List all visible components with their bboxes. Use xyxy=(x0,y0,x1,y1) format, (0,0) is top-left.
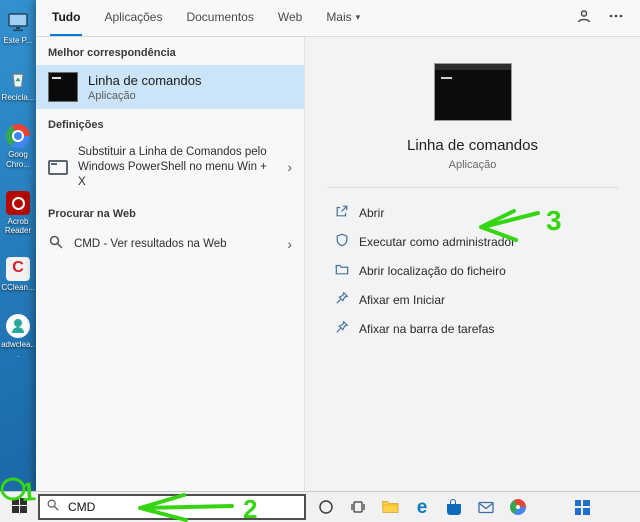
action-executar-como-administrador[interactable]: Executar como administrador xyxy=(335,227,640,256)
desktop-icon-label: Goog Chro... xyxy=(5,150,30,169)
windows-logo-icon xyxy=(11,498,27,516)
tab-mais[interactable]: Mais xyxy=(324,0,362,36)
action-label: Afixar em Iniciar xyxy=(359,292,446,307)
result-subtitle: Aplicação xyxy=(88,89,136,102)
chevron-right-icon xyxy=(287,160,292,174)
this-pc-icon xyxy=(6,10,30,34)
action-label: Abrir localização do ficheiro xyxy=(359,263,506,278)
web-search-item-cmd[interactable]: CMD - Ver resultados na Web xyxy=(36,226,304,263)
search-results-area: Melhor correspondência Linha de comandos… xyxy=(36,37,640,492)
search-tabs: Tudo Aplicações Documentos Web Mais xyxy=(36,0,640,37)
blue-tiles-shape xyxy=(574,499,590,515)
settings-window-icon xyxy=(48,159,68,175)
chrome-icon xyxy=(6,124,30,149)
settings-header: Definições xyxy=(48,119,104,131)
desktop-icon-label: adwclea... xyxy=(1,340,35,359)
file-explorer-icon[interactable] xyxy=(376,492,404,522)
desktop-icon-adwcleaner[interactable]: adwclea... xyxy=(0,314,36,359)
tab-label: Tudo xyxy=(52,10,81,24)
action-label: Executar como administrador xyxy=(359,234,516,249)
tab-label: Mais xyxy=(326,10,352,24)
taskbar-search-input[interactable] xyxy=(66,499,298,515)
open-file-location-icon xyxy=(335,262,349,279)
desktop-background: Este P... Recicla... Goog Chro... Acrob … xyxy=(0,0,36,492)
best-match-header: Melhor correspondência xyxy=(48,47,176,59)
ccleaner-icon xyxy=(6,257,30,282)
open-icon xyxy=(335,204,349,221)
tab-label: Web xyxy=(277,10,303,24)
desktop-icon-label: CClean... xyxy=(1,283,35,293)
cmd-icon xyxy=(48,72,78,102)
chevron-right-icon xyxy=(287,237,292,251)
app-tiles-icon[interactable] xyxy=(568,492,596,522)
preview-actions: Abrir Executar como administrador Abrir … xyxy=(305,198,640,343)
desktop-screen: Este P... Recicla... Goog Chro... Acrob … xyxy=(0,0,640,522)
store-bag-shape xyxy=(447,499,461,515)
desktop-icon-ccleaner[interactable]: CClean... xyxy=(0,257,36,292)
web-search-header: Procurar na Web xyxy=(48,207,136,220)
user-icon[interactable] xyxy=(576,8,592,29)
task-view-icon[interactable] xyxy=(344,492,372,522)
run-as-admin-icon xyxy=(335,233,349,250)
search-header-icons xyxy=(576,0,640,36)
result-linha-de-comandos[interactable]: Linha de comandos Aplicação xyxy=(36,65,304,109)
settings-item-powershell-swap[interactable]: Substituir a Linha de Comandos pelo Wind… xyxy=(36,137,304,198)
desktop-icon-this-pc[interactable]: Este P... xyxy=(0,10,36,45)
search-flyout: Tudo Aplicações Documentos Web Mais ▾ Me… xyxy=(36,0,640,492)
tab-tudo[interactable]: Tudo xyxy=(50,0,83,36)
web-search-item-label: CMD - Ver resultados na Web xyxy=(74,237,227,250)
tab-label: Aplicações xyxy=(104,10,163,24)
chrome-icon xyxy=(510,499,526,515)
taskbar xyxy=(0,491,640,522)
action-abrir[interactable]: Abrir xyxy=(335,198,640,227)
preview-pane: Linha de comandos Aplicação Abrir Execut… xyxy=(305,37,640,492)
recycle-bin-icon xyxy=(6,67,30,91)
action-abrir-localizacao-do-ficheiro[interactable]: Abrir localização do ficheiro xyxy=(335,256,640,285)
tab-aplicacoes[interactable]: Aplicações xyxy=(102,0,164,36)
desktop-icon-recycle-bin[interactable]: Recicla... xyxy=(0,67,36,102)
taskbar-search-box[interactable] xyxy=(38,494,306,520)
store-icon[interactable] xyxy=(440,492,468,522)
pin-to-start-icon xyxy=(335,291,349,308)
search-icon xyxy=(46,498,60,517)
edge-icon[interactable] xyxy=(408,492,436,522)
desktop-icon-label: Acrob Reader xyxy=(4,216,32,235)
preview-subtitle: Aplicação xyxy=(448,159,497,171)
preview-divider xyxy=(327,187,618,188)
ellipsis-icon[interactable] xyxy=(608,8,624,29)
result-title: Linha de comandos xyxy=(88,72,202,88)
mail-icon[interactable] xyxy=(472,492,500,522)
action-label: Abrir xyxy=(359,205,385,220)
desktop-icon-acrobat-reader[interactable]: Acrob Reader xyxy=(0,190,36,235)
chrome-taskbar-icon[interactable] xyxy=(504,492,532,522)
adwcleaner-icon xyxy=(6,314,30,339)
desktop-icon-google-chrome[interactable]: Goog Chro... xyxy=(0,124,36,169)
acrobat-reader-icon xyxy=(6,190,30,215)
tab-label: Documentos xyxy=(186,10,254,24)
search-icon xyxy=(48,234,64,255)
cmd-preview-thumbnail xyxy=(433,63,512,121)
action-label: Afixar na barra de tarefas xyxy=(359,321,495,336)
tab-web[interactable]: Web xyxy=(276,0,304,36)
desktop-icon-label: Recicla... xyxy=(1,93,35,103)
results-column: Melhor correspondência Linha de comandos… xyxy=(36,37,305,492)
chevron-down-icon xyxy=(356,12,361,23)
start-button[interactable] xyxy=(0,492,38,522)
cortana-icon[interactable] xyxy=(312,492,340,522)
taskbar-icons xyxy=(312,492,640,522)
preview-title: Linha de comandos xyxy=(407,137,538,154)
settings-item-label: Substituir a Linha de Comandos pelo Wind… xyxy=(78,146,267,188)
desktop-icon-label: Este P... xyxy=(3,36,33,45)
tab-documentos[interactable]: Documentos xyxy=(184,0,255,36)
action-afixar-na-barra-de-tarefas[interactable]: Afixar na barra de tarefas xyxy=(335,314,640,343)
result-text: Linha de comandos Aplicação xyxy=(88,73,201,102)
action-afixar-em-iniciar[interactable]: Afixar em Iniciar xyxy=(335,285,640,314)
pin-to-taskbar-icon xyxy=(335,320,349,337)
